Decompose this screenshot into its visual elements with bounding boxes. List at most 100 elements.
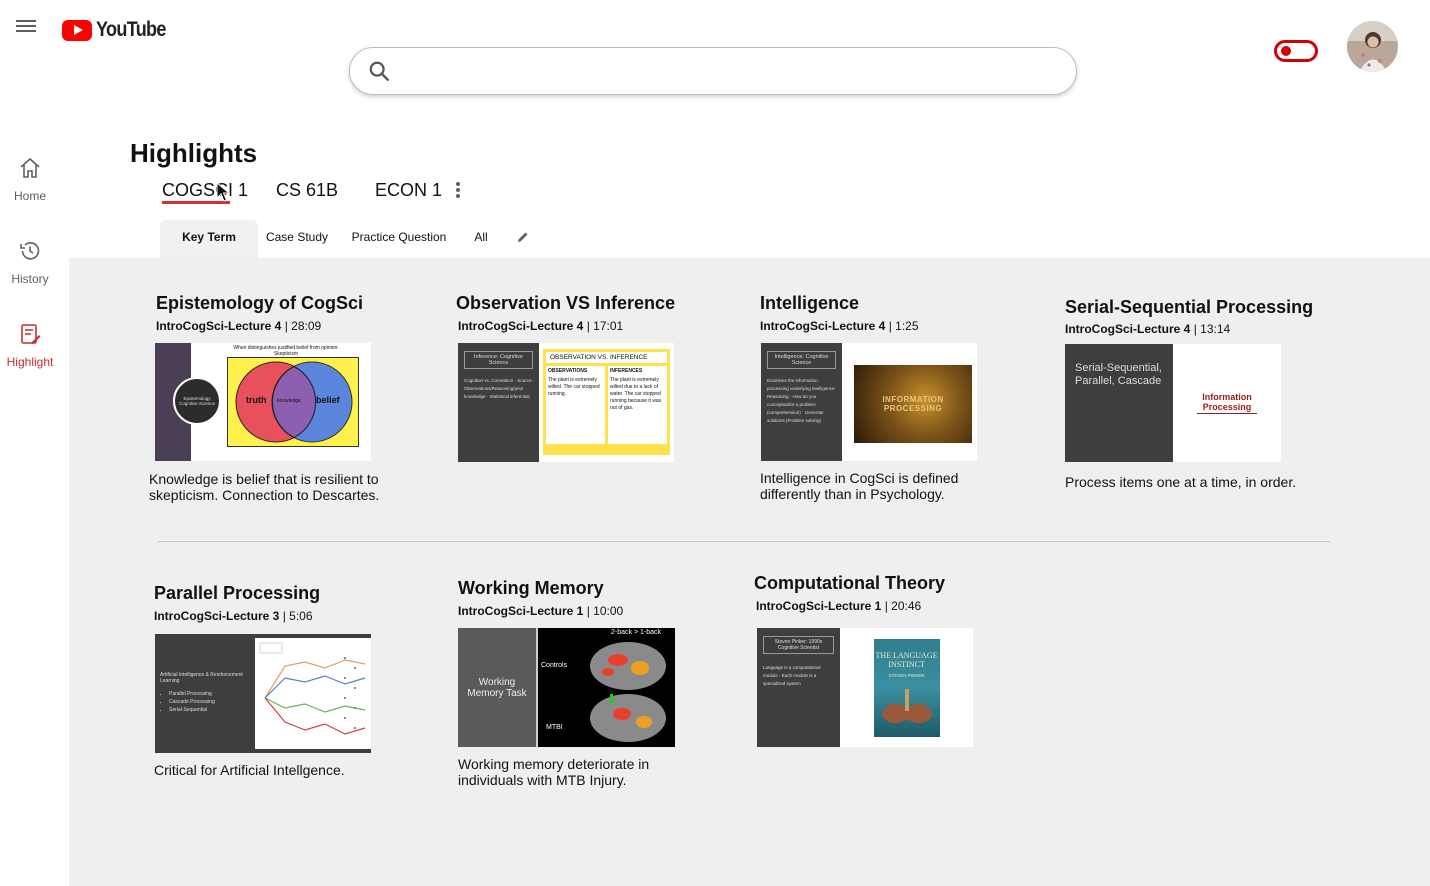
card-thumbnail[interactable]: Working Memory Task 2-back > 1-back Cont… [458,628,675,747]
venn-right-label: belief [316,395,340,405]
column-observations-body: The plant is extremely wilted. The car s… [548,377,600,397]
scan-label-controls: Controls [541,662,568,669]
sidebar-item-home[interactable]: Home [0,156,60,203]
timestamp[interactable]: 10:00 [593,604,623,618]
slide-left-title: Inference: Cognitive Science [464,351,533,369]
card-description: Critical for Artificial Intellgence. [154,762,345,778]
sidebar-label-history: History [11,272,49,286]
toggle-knob [1281,46,1291,56]
slide-right-title: Information Processing [1197,392,1257,414]
menu-icon[interactable] [16,20,36,34]
card-thumbnail[interactable]: Artificial Intelligence & Reinforcement … [155,634,371,753]
subtab-all[interactable]: All [466,220,496,258]
card-meta: IntroCogSci-Lecture 4 | 13:14 [1065,322,1231,336]
card-meta: IntroCogSci-Lecture 1 | 20:46 [756,599,922,613]
venn-diagram: truth knowledge belief [227,357,359,447]
avatar[interactable] [1347,21,1398,72]
sidebar-item-highlight[interactable]: Highlight [0,322,60,369]
highlight-toggle[interactable] [1274,40,1318,62]
tab-cogsci-1[interactable]: COGSCI 1 [162,180,248,201]
bullet-item: Cascade Processing [169,698,250,706]
card-description: Intelligence in CogSci is defined differ… [760,470,959,502]
slide-left-title: Serial-Sequential, Parallel, Cascade [1065,344,1173,462]
card-meta: IntroCogSci-Lecture 4 | 28:09 [156,319,322,333]
card-thumbnail[interactable]: Intelligence: Cognitive Science Examines… [761,343,977,461]
timestamp[interactable]: 13:14 [1200,322,1230,336]
card-thumbnail[interactable]: Inference: Cognitive Science Cognition v… [458,343,674,462]
column-observations: OBSERVATIONS [548,368,588,374]
tab-econ-1[interactable]: ECON 1 [375,180,442,201]
timestamp[interactable]: 20:46 [891,599,921,613]
subtab-case-study[interactable]: Case Study [262,220,332,258]
youtube-logo[interactable]: YouTube [62,18,177,42]
slide-left-title: Artificial Intelligence & Reinforcement … [160,672,243,684]
lecture-name[interactable]: IntroCogSci-Lecture 4 [156,319,281,333]
card-title[interactable]: Epistemology of CogSci [156,293,363,314]
sidebar-item-history[interactable]: History [0,239,60,286]
card-title[interactable]: Serial-Sequential Processing [1065,297,1313,318]
timestamp[interactable]: 17:01 [593,319,623,333]
lecture-name[interactable]: IntroCogSci-Lecture 3 [154,609,279,623]
card-title[interactable]: Intelligence [760,293,859,314]
more-options-icon[interactable] [454,182,462,200]
lecture-name[interactable]: IntroCogSci-Lecture 4 [458,319,583,333]
bullet-item: Parallel Processing [169,690,250,698]
scan-top-label: 2-back > 1-back [611,629,661,636]
sidebar-label-home: Home [13,189,46,203]
slide-left-body: Cognition vs. Correlation · Source: Obse… [464,378,533,399]
card-meta: IntroCogSci-Lecture 4 | 17:01 [458,319,624,333]
lecture-name[interactable]: IntroCogSci-Lecture 4 [760,319,885,333]
card-description: Process items one at a time, in order. [1065,474,1297,490]
card-thumbnail[interactable]: Epistemology Cognitive Science When dist… [155,343,371,461]
venn-mid-label: knowledge [277,398,301,404]
timestamp[interactable]: 28:09 [291,319,321,333]
search-icon[interactable] [368,60,390,82]
timestamp[interactable]: 1:25 [895,319,918,333]
card-title[interactable]: Working Memory [458,578,604,599]
card-meta: IntroCogSci-Lecture 3 | 5:06 [154,609,313,623]
slide-left-title: Intelligence: Cognitive Science [767,351,836,369]
column-inferences-body: The plant is extremely wilted due to a l… [610,377,662,411]
edit-icon[interactable] [516,230,530,244]
history-icon [20,242,40,260]
card-thumbnail[interactable]: Serial-Sequential, Parallel, Cascade Inf… [1065,344,1281,462]
tab-cs-61b[interactable]: CS 61B [276,180,338,201]
sidebar-label-highlight: Highlight [6,355,54,369]
line-chart-image [255,638,371,749]
slide-left-body: Examines the information processing unde… [767,378,836,423]
timestamp[interactable]: 5:06 [289,609,312,623]
card-description: Knowledge is belief that is resilient to… [149,471,380,503]
search-input[interactable] [406,56,1050,86]
card-title[interactable]: Parallel Processing [154,583,320,604]
card-description: Working memory deteriorate in individual… [458,756,650,788]
bullet-item: Serial-Sequential [169,706,250,714]
slide-left-body: Language is a computational module · Eac… [763,665,821,686]
subtab-practice-question[interactable]: Practice Question [346,220,452,258]
venn-left-label: truth [246,395,267,405]
slide-heading: When distinguishes justified belief from… [233,345,339,357]
card-title[interactable]: Computational Theory [754,573,945,594]
lecture-name[interactable]: IntroCogSci-Lecture 1 [756,599,881,613]
highlight-icon [21,324,41,344]
card-meta: IntroCogSci-Lecture 4 | 1:25 [760,319,919,333]
lecture-name[interactable]: IntroCogSci-Lecture 1 [458,604,583,618]
page-title: Highlights [130,138,258,168]
card-thumbnail[interactable]: Steven Pinker: 1990s Cognitive Scientist… [757,628,973,747]
card-title[interactable]: Observation VS Inference [456,293,675,314]
book-cover-image: THE LANGUAGE INSTINCT STEVEN PINKER [873,638,940,737]
cursor-icon [216,182,230,202]
lecture-name[interactable]: IntroCogSci-Lecture 4 [1065,322,1190,336]
play-icon [62,19,92,41]
row-divider [158,541,1330,542]
home-icon [20,157,40,178]
search-bar[interactable] [349,47,1077,95]
book-title: THE LANGUAGE INSTINCT [875,650,938,669]
brain-scan-image: 2-back > 1-back Controls MTBI [538,628,675,747]
card-meta: IntroCogSci-Lecture 1 | 10:00 [458,604,624,618]
scan-label-mtbi: MTBI [546,724,563,731]
slide-sidebar: Epistemology Cognitive Science [155,343,221,461]
slide-left-title: Working Memory Task [458,628,538,747]
subtab-key-term[interactable]: Key Term [160,220,258,258]
gears-image: INFORMATION PROCESSING [854,365,972,443]
slide-banner: OBSERVATION VS. INFERENCE [546,352,667,363]
